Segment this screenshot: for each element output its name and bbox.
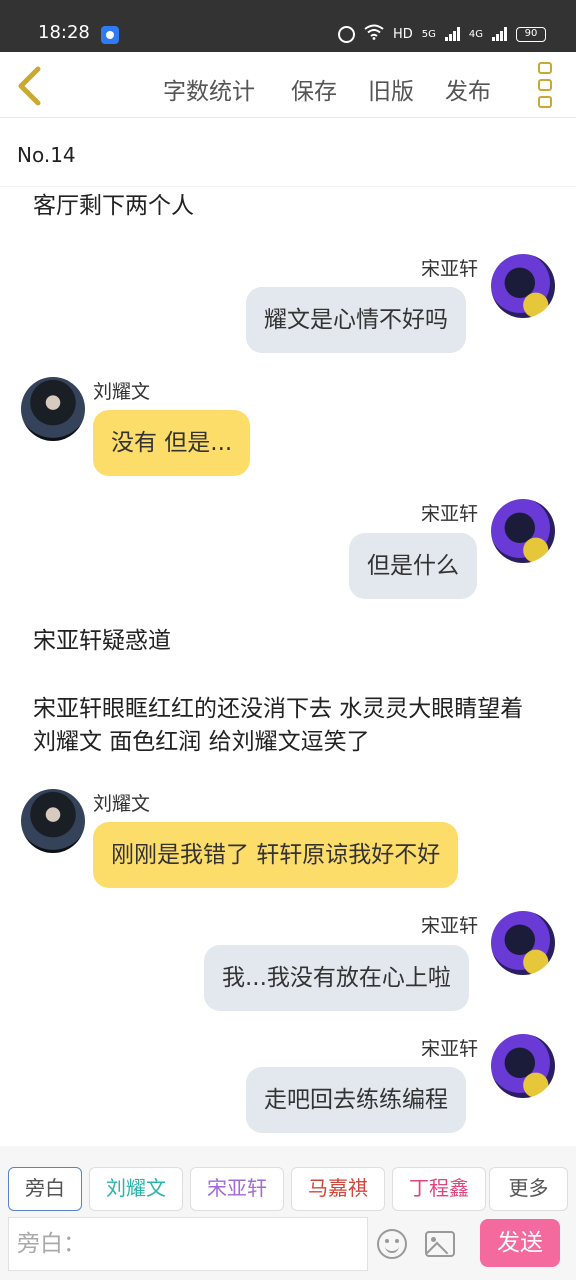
avatar[interactable]: [491, 254, 555, 318]
avatar[interactable]: [21, 377, 85, 441]
avatar[interactable]: [21, 789, 85, 853]
role-narration-button[interactable]: 旁白: [8, 1167, 82, 1211]
status-icons: HD 5G 4G 90: [337, 24, 546, 44]
chevron-left-icon: [18, 66, 41, 106]
send-button[interactable]: 发送: [480, 1219, 560, 1267]
wifi-icon: [364, 24, 384, 44]
chapter-title[interactable]: No.14: [17, 143, 76, 167]
menu-dot-icon: [538, 79, 552, 91]
narration-text[interactable]: 宋亚轩疑惑道: [33, 625, 543, 658]
role-song-button[interactable]: 宋亚轩: [190, 1167, 284, 1211]
role-more-button[interactable]: 更多: [489, 1167, 568, 1211]
speaker-name: 刘耀文: [93, 793, 151, 815]
alarm-icon: [337, 25, 355, 43]
chat-area[interactable]: 客厅剩下两个人 宋亚轩 耀文是心情不好吗 刘耀文 没有 但是... 宋亚轩 但是…: [0, 188, 576, 1146]
publish-button[interactable]: 发布: [445, 72, 491, 106]
speaker-name: 宋亚轩: [421, 503, 479, 525]
top-bar: 字数统计 保存 旧版 发布: [0, 52, 576, 118]
avatar[interactable]: [491, 1034, 555, 1098]
role-selector: 旁白 刘耀文 宋亚轩 马嘉祺 丁程鑫 更多: [0, 1146, 576, 1216]
more-menu-button[interactable]: [535, 62, 555, 108]
message-bubble[interactable]: 耀文是心情不好吗: [246, 287, 466, 353]
app-notification-icon: [101, 26, 119, 44]
chapter-bar: No.14: [0, 119, 576, 187]
speaker-name: 刘耀文: [93, 381, 151, 403]
role-liu-button[interactable]: 刘耀文: [89, 1167, 183, 1211]
old-version-button[interactable]: 旧版: [368, 72, 414, 106]
role-ma-button[interactable]: 马嘉祺: [291, 1167, 385, 1211]
back-button[interactable]: [14, 66, 48, 106]
image-icon[interactable]: [425, 1231, 455, 1257]
input-bar: 发送: [0, 1216, 576, 1280]
speaker-name: 宋亚轩: [421, 258, 479, 280]
battery-icon: 90: [516, 26, 546, 42]
signal-5g-label: 5G: [421, 28, 436, 40]
menu-dot-icon: [538, 96, 552, 108]
hd-label: HD: [392, 26, 413, 42]
message-bubble[interactable]: 没有 但是...: [93, 410, 251, 476]
role-ding-button[interactable]: 丁程鑫: [392, 1167, 486, 1211]
message-bubble[interactable]: 我...我没有放在心上啦: [204, 945, 469, 1011]
menu-dot-icon: [538, 62, 552, 74]
message-bubble[interactable]: 但是什么: [349, 533, 477, 599]
message-input[interactable]: [8, 1217, 368, 1271]
avatar[interactable]: [491, 499, 555, 563]
emoji-icon[interactable]: [377, 1229, 407, 1259]
message-bubble[interactable]: 走吧回去练练编程: [246, 1067, 466, 1133]
speaker-name: 宋亚轩: [421, 915, 479, 937]
speaker-name: 宋亚轩: [421, 1038, 479, 1060]
status-bar: 18:28 HD 5G 4G 90: [0, 0, 576, 52]
narration-text[interactable]: 宋亚轩眼眶红红的还没消下去 水灵灵大眼睛望着刘耀文 面色红润 给刘耀文逗笑了: [33, 693, 531, 759]
word-count-button[interactable]: 字数统计: [163, 72, 255, 106]
avatar[interactable]: [491, 911, 555, 975]
signal-4g-label: 4G: [468, 28, 483, 40]
signal-icon: [444, 27, 460, 41]
signal-icon-2: [492, 27, 507, 41]
save-button[interactable]: 保存: [291, 72, 337, 106]
narration-text[interactable]: 客厅剩下两个人: [33, 190, 543, 223]
message-bubble[interactable]: 刚刚是我错了 轩轩原谅我好不好: [93, 822, 459, 888]
status-time: 18:28: [38, 22, 90, 43]
